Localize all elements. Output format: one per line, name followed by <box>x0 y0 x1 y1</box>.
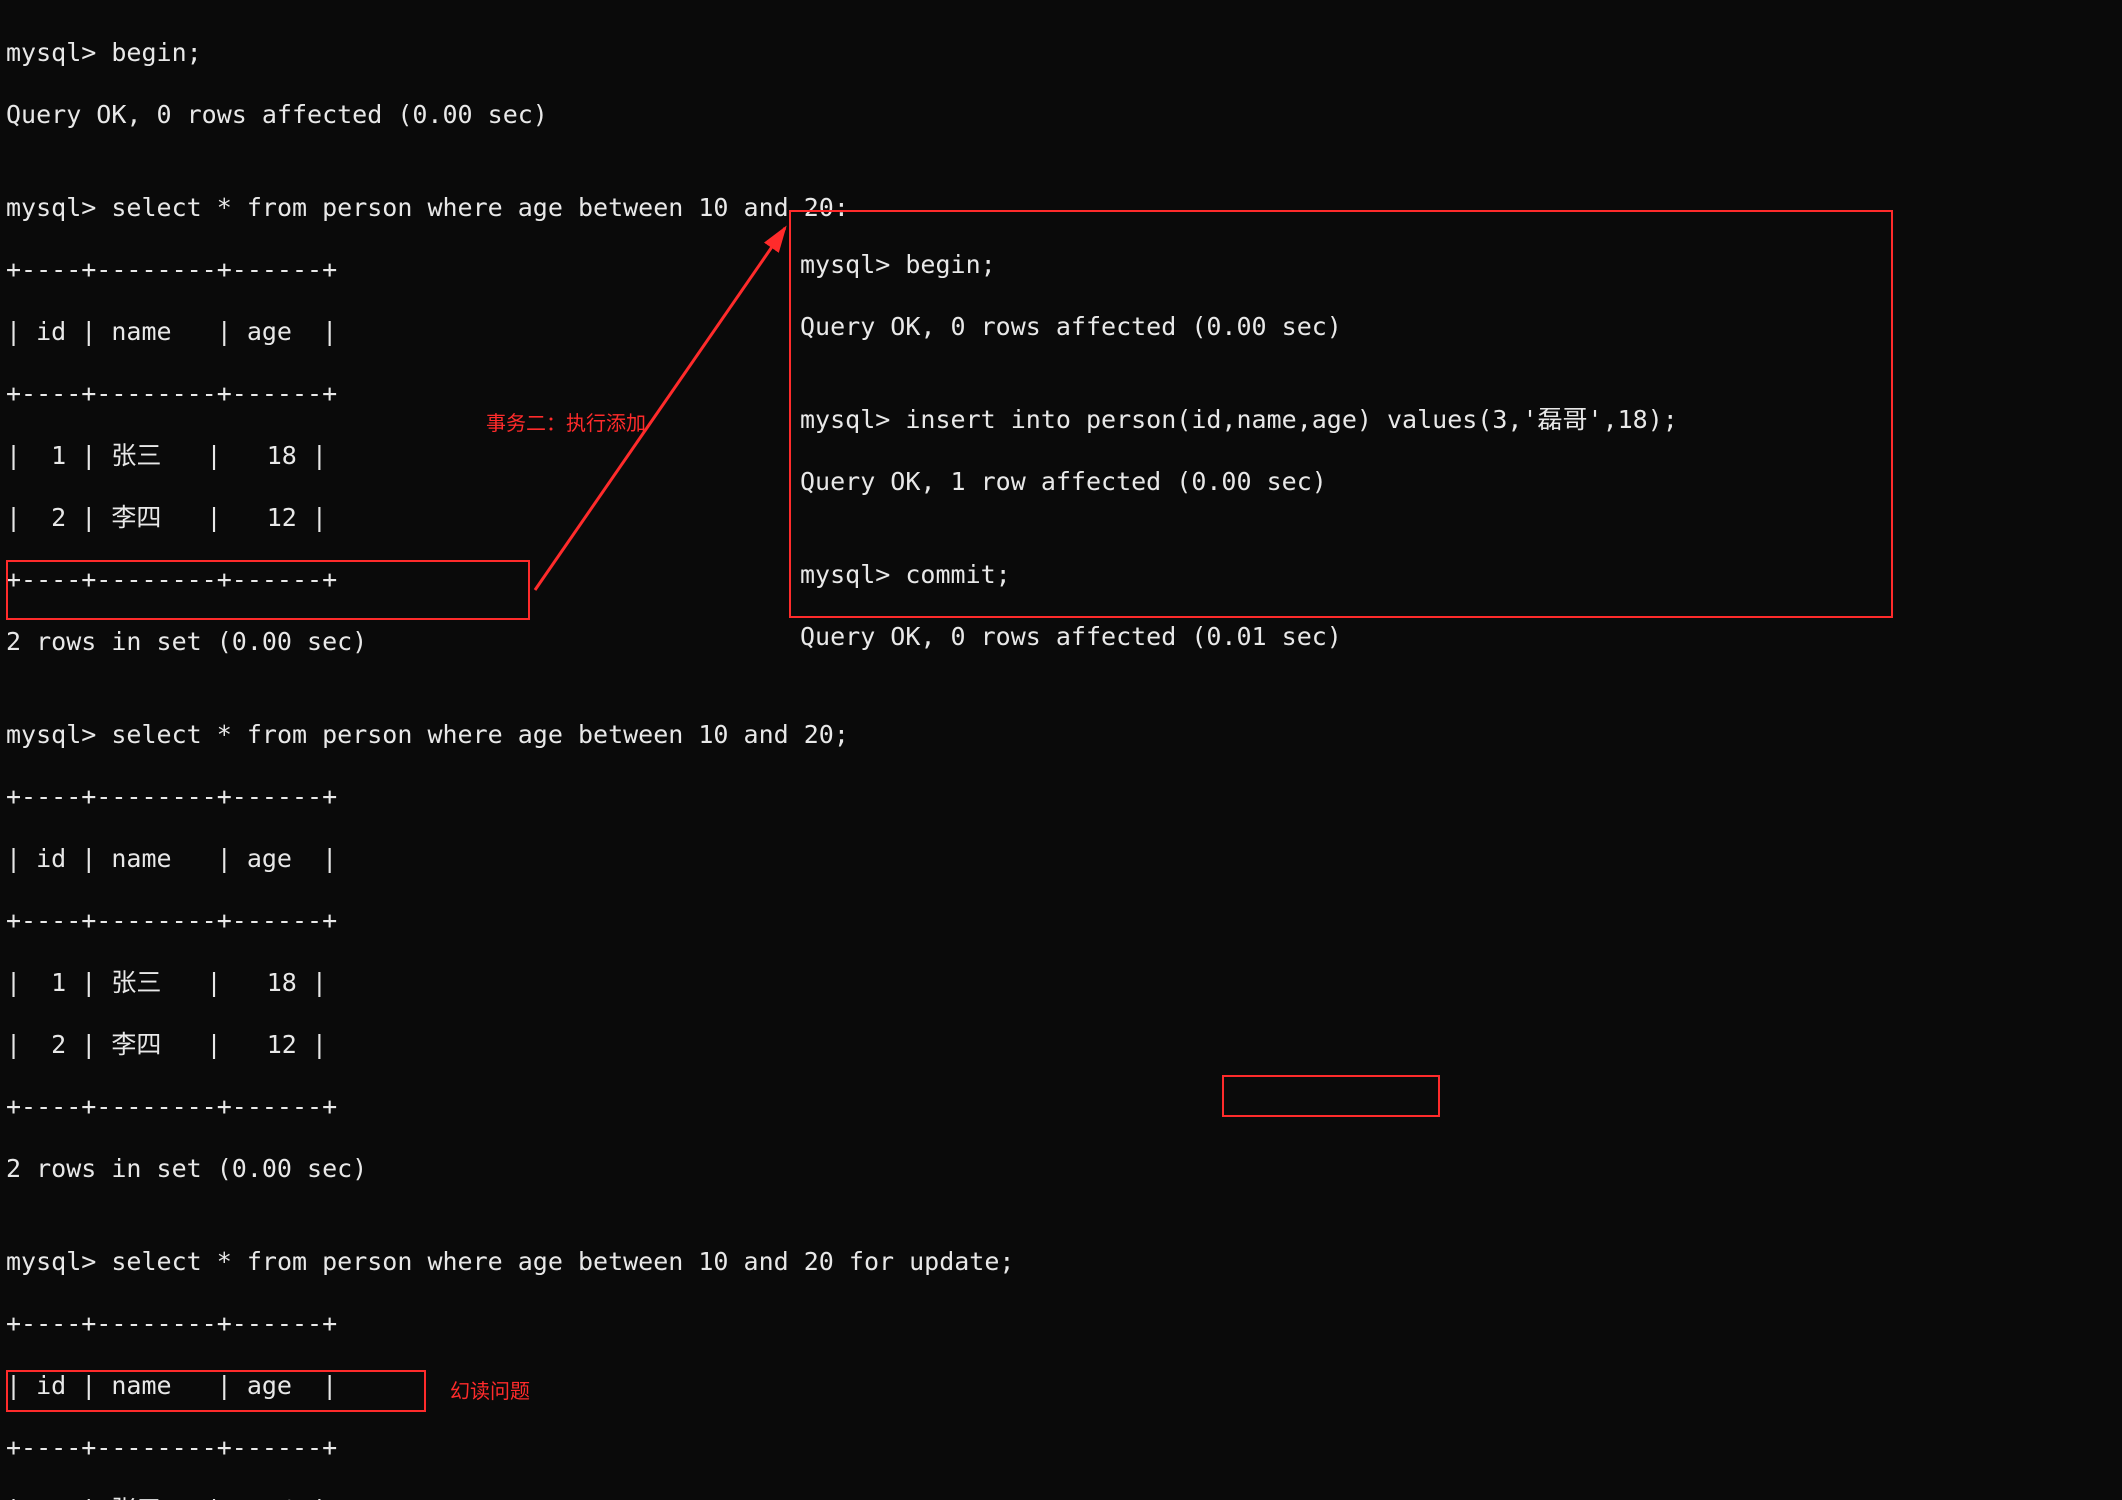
stmt-suffix: ; <box>999 1247 1014 1276</box>
line: mysql> select * from person where age be… <box>6 719 2122 750</box>
rows-in-set: 2 rows in set (0.00 sec) <box>6 1153 2122 1184</box>
table-divider: +----+--------+------+ <box>6 905 2122 936</box>
tx2-label: 事务二：执行添加 <box>486 412 646 437</box>
table-divider: +----+--------+------+ <box>6 1432 2122 1463</box>
line: mysql> begin; <box>6 37 2122 68</box>
table-header: | id | name | age | <box>6 843 2122 874</box>
table-header: | id | name | age | <box>6 1370 2122 1401</box>
inset-line: Query OK, 1 row affected (0.00 sec) <box>800 466 1678 497</box>
stmt-prefix: select * from person where age between 1… <box>111 1247 849 1276</box>
tx2-inset-content: mysql> begin; Query OK, 0 rows affected … <box>800 218 1678 683</box>
table-row: | 1 | 张三 | 18 | <box>6 967 2122 998</box>
stmt: begin; <box>111 38 201 67</box>
table-divider: +----+--------+------+ <box>6 1091 2122 1122</box>
stmt: select * from person where age between 1… <box>111 720 849 749</box>
table-divider: +----+--------+------+ <box>6 1308 2122 1339</box>
table-divider: +----+--------+------+ <box>6 781 2122 812</box>
inset-line: mysql> insert into person(id,name,age) v… <box>800 404 1678 435</box>
for-update-kw: for update <box>849 1247 1000 1276</box>
result-line: Query OK, 0 rows affected (0.00 sec) <box>6 99 2122 130</box>
prompt: mysql> <box>6 193 96 222</box>
table-row: | 2 | 李四 | 12 | <box>6 1029 2122 1060</box>
line: mysql> select * from person where age be… <box>6 1246 2122 1277</box>
table-row: | 1 | 张三 | 18 | <box>6 1494 2122 1500</box>
prompt: mysql> <box>6 38 96 67</box>
prompt: mysql> <box>6 1247 96 1276</box>
prompt: mysql> <box>6 720 96 749</box>
inset-line: mysql> commit; <box>800 559 1678 590</box>
inset-line: Query OK, 0 rows affected (0.00 sec) <box>800 311 1678 342</box>
stmt: select * from person where age between 1… <box>111 193 849 222</box>
phantom-label: 幻读问题 <box>450 1380 530 1405</box>
inset-line: mysql> begin; <box>800 249 1678 280</box>
inset-line: Query OK, 0 rows affected (0.01 sec) <box>800 621 1678 652</box>
